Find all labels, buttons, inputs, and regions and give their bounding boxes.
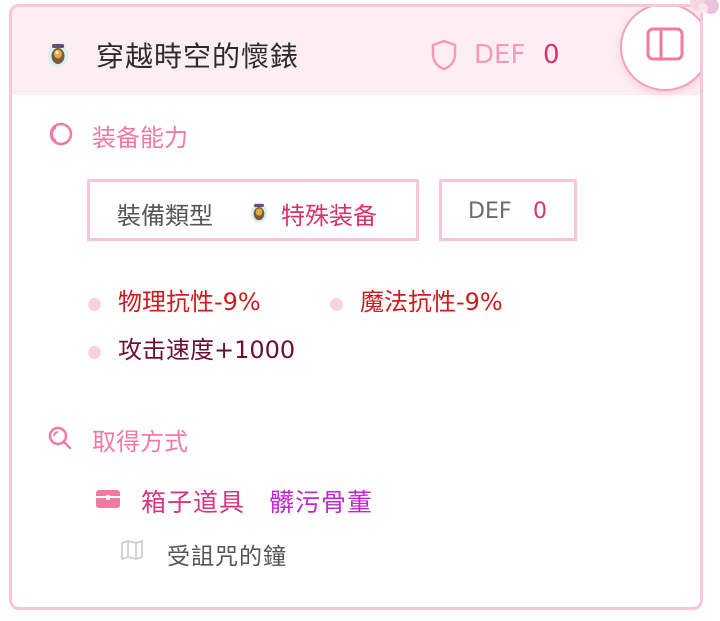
def-box-label: DEF bbox=[468, 199, 512, 224]
item-detail-card: 穿越時空的懷錶 DEF 0 装备能力 裝備類型 特殊装备 DEF 0 物理抗性-… bbox=[9, 4, 703, 610]
card-header: 穿越時空的懷錶 DEF 0 bbox=[12, 7, 700, 95]
stat-bullet bbox=[330, 298, 343, 311]
map-name: 受詛咒的鐘 bbox=[167, 544, 287, 570]
abilities-title: 装备能力 bbox=[92, 124, 188, 152]
flower-decoration-icon bbox=[690, 0, 719, 14]
equip-type-label: 裝備類型 bbox=[117, 202, 213, 230]
stat-physical-resist: 物理抗性-9% bbox=[118, 288, 261, 316]
shield-icon bbox=[431, 39, 457, 71]
header-def-label: DEF bbox=[474, 40, 526, 70]
item-name: 穿越時空的懷錶 bbox=[96, 40, 300, 73]
spiral-icon bbox=[49, 122, 73, 146]
equip-type-value: 特殊装备 bbox=[281, 202, 377, 230]
def-box: DEF 0 bbox=[439, 179, 577, 241]
stat-attack-speed: 攻击速度+1000 bbox=[118, 336, 296, 364]
chest-icon bbox=[96, 490, 120, 508]
stat-bullet bbox=[88, 298, 101, 311]
stat-magic-resist: 魔法抗性-9% bbox=[360, 288, 503, 316]
stat-bullet bbox=[88, 346, 101, 359]
jar-icon bbox=[48, 43, 68, 67]
def-box-value: 0 bbox=[533, 199, 547, 224]
header-def-value: 0 bbox=[543, 40, 560, 70]
search-icon bbox=[48, 426, 72, 450]
equip-type-box: 裝備類型 特殊装备 bbox=[87, 179, 419, 241]
source-name-link[interactable]: 髒污骨董 bbox=[269, 483, 373, 519]
jar-icon bbox=[250, 203, 268, 223]
source-type: 箱子道具 bbox=[141, 488, 246, 517]
map-icon bbox=[121, 540, 143, 560]
sidebar-toggle-icon bbox=[646, 27, 684, 61]
acquire-title: 取得方式 bbox=[92, 428, 188, 456]
